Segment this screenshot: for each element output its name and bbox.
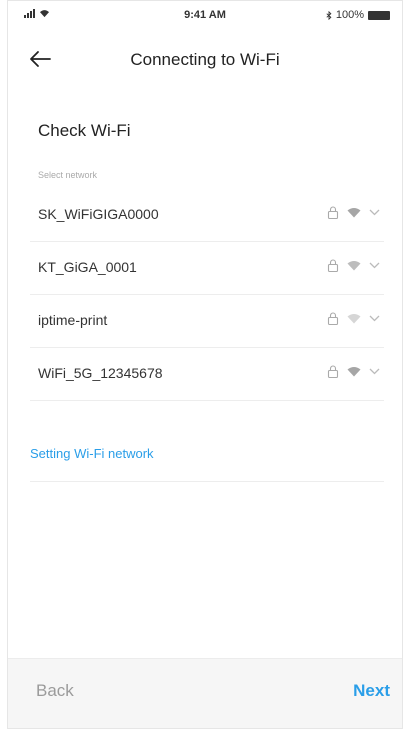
row-icons <box>327 312 380 325</box>
chevron-down-icon[interactable] <box>369 262 380 269</box>
wifi-signal-icon <box>347 314 361 324</box>
network-row[interactable]: KT_GiGA_0001 <box>30 242 384 295</box>
row-icons <box>327 365 380 378</box>
footer: Back Next <box>8 658 402 728</box>
chevron-down-icon[interactable] <box>369 315 380 322</box>
network-name: iptime-print <box>38 312 108 328</box>
back-button[interactable]: Back <box>36 681 74 701</box>
network-name: KT_GiGA_0001 <box>38 259 137 275</box>
section-subtitle: Select network <box>38 170 98 180</box>
bluetooth-icon <box>326 10 332 20</box>
setting-wifi-network-link[interactable]: Setting Wi-Fi network <box>30 446 154 461</box>
page-title: Connecting to Wi-Fi <box>130 50 280 69</box>
header: Connecting to Wi-Fi <box>8 37 402 81</box>
network-row[interactable]: SK_WiFiGIGA0000 <box>30 189 384 242</box>
wifi-signal-icon <box>347 261 361 271</box>
network-row[interactable]: iptime-print <box>30 295 384 348</box>
row-icons <box>327 206 380 219</box>
wifi-signal-icon <box>347 208 361 218</box>
network-list: SK_WiFiGIGA0000 KT_GiGA_0001 iptime-prin… <box>30 189 384 401</box>
status-right: 100% <box>326 9 390 21</box>
next-button[interactable]: Next <box>353 681 390 701</box>
chevron-down-icon[interactable] <box>369 209 380 216</box>
battery-percent: 100% <box>335 9 364 21</box>
lock-icon <box>327 312 339 325</box>
lock-icon <box>327 365 339 378</box>
battery-icon <box>368 10 390 20</box>
network-name: SK_WiFiGIGA0000 <box>38 206 159 222</box>
main-content: Check Wi-Fi Select network SK_WiFiGIGA00… <box>8 91 402 661</box>
status-bar: 9:41 AM 100% <box>8 1 402 29</box>
wifi-signal-icon <box>347 367 361 377</box>
divider <box>30 481 384 482</box>
phone-screen: 9:41 AM 100% Connecting to Wi-Fi Check W… <box>7 0 403 729</box>
chevron-down-icon[interactable] <box>369 368 380 375</box>
lock-icon <box>327 206 339 219</box>
row-icons <box>327 259 380 272</box>
network-name: WiFi_5G_12345678 <box>38 365 163 381</box>
network-row[interactable]: WiFi_5G_12345678 <box>30 348 384 401</box>
section-title: Check Wi-Fi <box>38 121 131 140</box>
lock-icon <box>327 259 339 272</box>
